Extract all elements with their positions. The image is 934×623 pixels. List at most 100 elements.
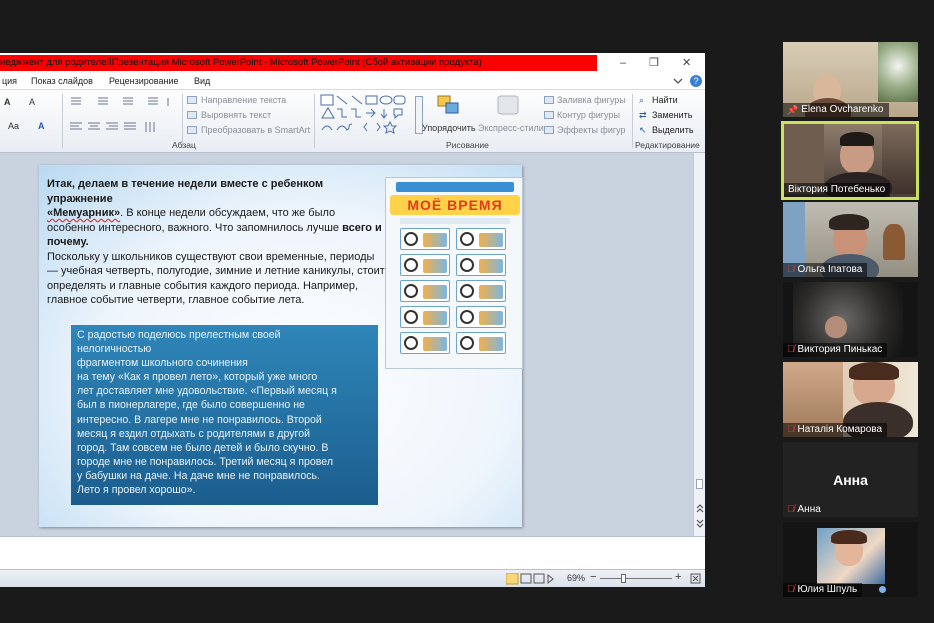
tab-animation[interactable]: ция [2,73,17,89]
slide[interactable]: Итак, делаем в течение недели вместе с р… [39,165,523,527]
quote-line: на тему «Как я провел лето», который уже… [77,371,318,384]
smartart-icon [187,126,197,134]
muted-mic-icon: 🎙̸ [787,344,795,355]
arrange-button[interactable]: Упорядочить [422,122,476,134]
participant-name: 📌 Elena Ovcharenko [783,103,889,117]
worksheet-cell [456,254,506,276]
drawing-group-label: Рисование [446,140,489,150]
fit-slide-icon[interactable] [690,573,701,584]
quote-line: Лето я провел хорошо». [77,484,196,497]
zoom-slider-track[interactable] [600,578,672,579]
quote-line: у бабушки на даче. На даче мне не понрав… [77,469,320,482]
slide-editor: Итак, делаем в течение недели вместе с р… [0,153,705,536]
help-button[interactable]: ? [690,75,702,87]
vertical-scrollbar[interactable] [693,153,705,536]
slide-memuarnik: «Мемуарник» [47,207,121,219]
prev-next-slide-icon[interactable] [695,501,705,531]
paragraph-group-label: Абзац [172,140,196,150]
slide-body-text[interactable]: Итак, делаем в течение недели вместе с р… [47,177,385,308]
participant-tile[interactable]: 📌 Elena Ovcharenko [783,42,918,117]
quote-box[interactable]: С радостью поделюсь прелестным своей нел… [71,325,378,505]
shape-fill-button[interactable]: Заливка фигуры [557,94,626,106]
participant-tile[interactable]: 🎙̸ Наталія Комарова [783,362,918,437]
shapes-gallery[interactable] [320,94,412,138]
ribbon: A A Aa A Направление текста Выровнять те… [0,89,705,153]
quick-styles-icon [497,95,519,115]
find-button[interactable]: Найти [652,94,678,106]
participant-name: 🎙̸ Юлия Шпуль [783,583,863,597]
shape-effects-icon [544,126,554,134]
change-case-button[interactable]: Aa [8,120,19,132]
align-text-button[interactable]: Выровнять текст [201,109,271,121]
zoom-in-button[interactable]: + [675,571,681,583]
participant-name: 🎙̸ Ольга Іпатова [783,263,868,277]
zoom-level[interactable]: 69% [567,573,585,583]
shrink-font-button[interactable]: A [29,96,35,108]
zoom-slider-thumb[interactable] [621,574,626,583]
worksheet-cell [456,228,506,250]
replace-button[interactable]: Заменить [652,109,692,121]
worksheet-cell [400,228,450,250]
shape-outline-icon [544,111,554,119]
worksheet-header [396,182,514,192]
view-buttons-icon[interactable] [506,573,554,585]
worksheet-cell [400,306,450,328]
quote-line: месяц я ездил отдыхать с родителями в др… [77,427,310,440]
shape-fill-icon [544,96,554,104]
ribbon-collapse-icon[interactable] [673,76,683,86]
quick-styles-button[interactable]: Экспресс-стили [478,122,544,134]
status-bar: 69% − + [0,569,705,587]
notes-pane[interactable] [0,536,705,569]
participant-name: 🎙̸ Анна [787,504,821,515]
window-title: неджмент для родителейПрезентация Micros… [0,55,597,71]
participant-avatar-label: Анна [833,472,868,488]
arrange-icon [437,95,459,114]
slide-para1-start: Итак, делаем в течение недели вместе с р… [47,178,324,205]
participant-tile[interactable]: 🎙̸ Юлия Шпуль [783,522,918,597]
select-icon: ↖ [639,125,647,135]
worksheet-title: МОЁ ВРЕМЯ [390,195,520,215]
restore-button[interactable]: ❐ [649,56,659,70]
align-text-icon [187,111,197,119]
font-color-button[interactable]: A [38,120,45,132]
participant-name: 🎙̸ Наталія Комарова [783,423,888,437]
participant-tile-active[interactable]: Віктория Потебенько [781,121,919,200]
minimize-button[interactable]: – [620,56,626,70]
worksheet-image[interactable]: МОЁ ВРЕМЯ [385,177,523,369]
quote-line: нелогичностью [77,343,152,356]
grow-font-button[interactable]: A [4,96,11,108]
text-direction-button[interactable]: Направление текста [201,94,286,106]
text-direction-icon [187,96,197,104]
close-button[interactable]: ✕ [682,56,691,70]
speaking-indicator-icon [879,586,886,593]
quote-line: С радостью поделюсь прелестным своей [77,329,281,341]
worksheet-cell [400,280,450,302]
participant-tile[interactable]: 🎙̸ Виктория Пинькас [783,282,918,357]
editing-group-label: Редактирование [635,140,700,150]
tab-review[interactable]: Рецензирование [109,73,179,89]
participant-gallery: 📌 Elena Ovcharenko Віктория Потебенько 🎙̸… [781,0,934,623]
shape-effects-button[interactable]: Эффекты фигур [557,124,626,136]
tab-slideshow[interactable]: Показ слайдов [31,73,93,89]
convert-smartart-button[interactable]: Преобразовать в SmartArt [201,124,310,136]
muted-mic-icon: 🎙̸ [787,504,795,515]
select-button[interactable]: Выделить [652,124,694,136]
tab-view[interactable]: Вид [194,73,210,89]
quote-line: лет доставляет мне удовольствие. «Первый… [77,385,337,398]
shape-outline-button[interactable]: Контур фигуры [557,109,620,121]
binoculars-icon: ⌕ [639,95,645,105]
zoom-out-button[interactable]: − [590,571,596,583]
pin-icon: 📌 [787,105,799,115]
title-bar: неджмент для родителейПрезентация Micros… [0,53,705,73]
participant-tile[interactable]: 🎙̸ Ольга Іпатова [783,202,918,277]
participant-name: Віктория Потебенько [784,183,891,197]
quote-line: интересно. В лагере мне не понравилось. … [77,413,322,426]
muted-mic-icon: 🎙̸ [787,584,795,595]
worksheet-cell [456,332,506,354]
worksheet-cell [400,254,450,276]
replace-icon: ⇄ [639,110,647,120]
paragraph-tools-icon[interactable] [68,95,178,137]
quote-line: был в пионерлагере, где было совершенно … [77,399,305,412]
participant-tile[interactable]: Анна 🎙̸ Анна [783,442,918,517]
shared-screen: неджмент для родителейПрезентация Micros… [0,53,705,587]
